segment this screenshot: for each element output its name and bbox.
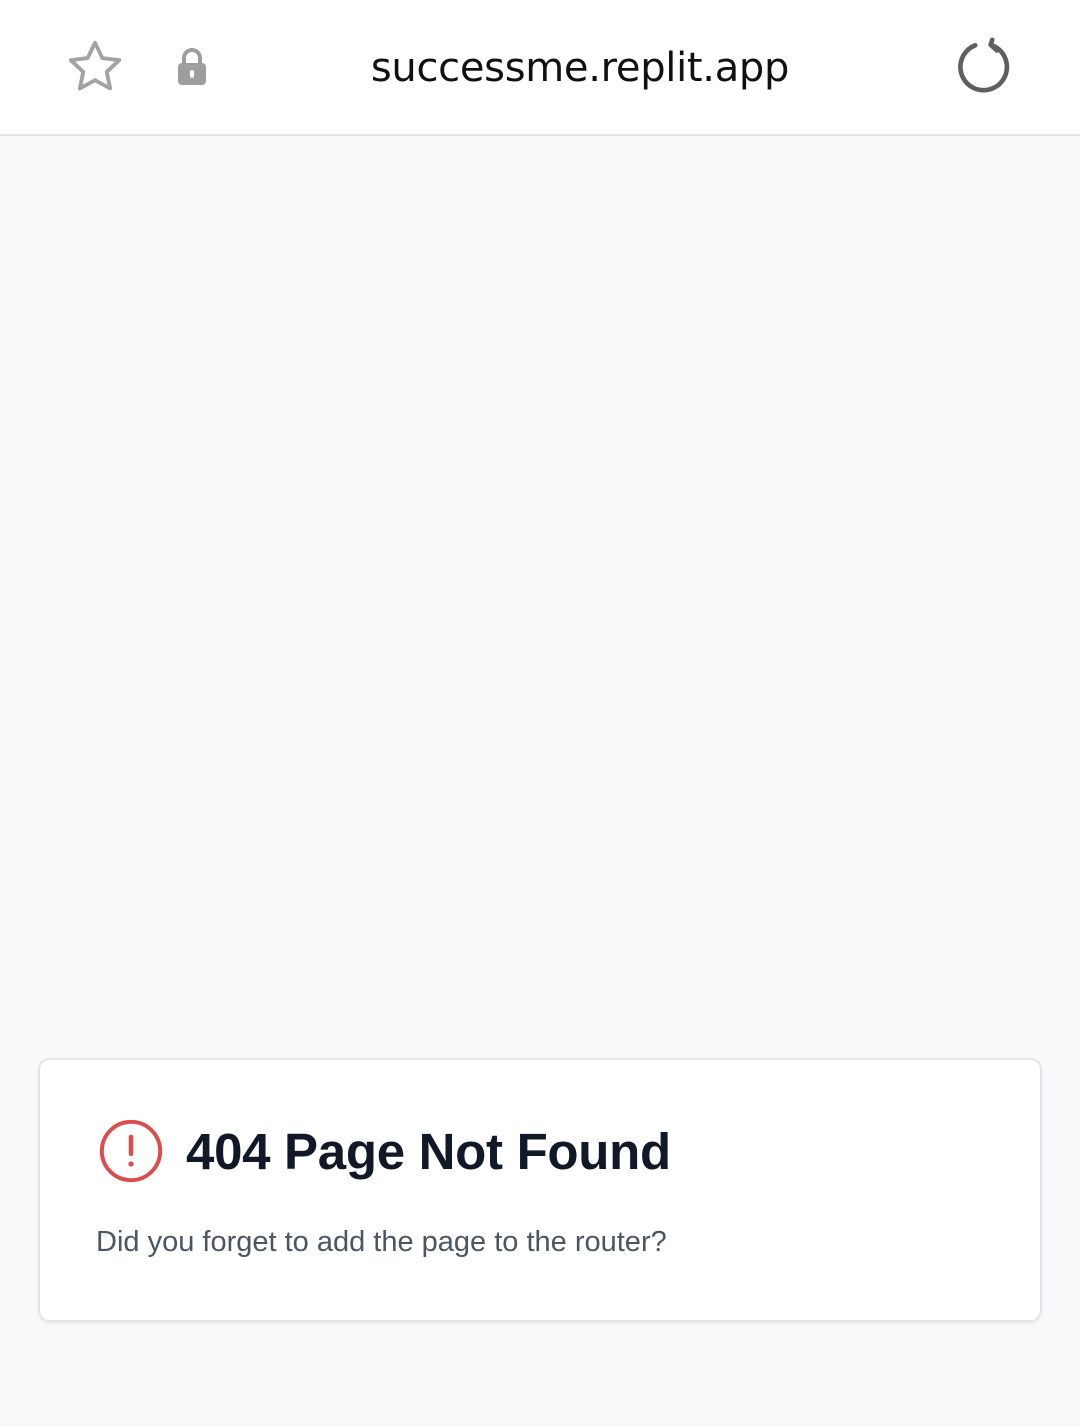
url-field[interactable]: successme.replit.app (260, 40, 900, 96)
page-content: 404 Page Not Found Did you forget to add… (0, 136, 1080, 1427)
error-card-header: 404 Page Not Found (96, 1116, 671, 1186)
star-icon (64, 36, 126, 98)
lock-icon (172, 44, 212, 88)
error-title: 404 Page Not Found (186, 1122, 671, 1180)
browser-address-bar: successme.replit.app (0, 0, 1080, 136)
bookmark-star-button[interactable] (62, 34, 128, 100)
error-description: Did you forget to add the page to the ro… (96, 1226, 667, 1258)
reload-icon (954, 36, 1016, 98)
alert-circle-icon (96, 1116, 166, 1186)
error-card: 404 Page Not Found Did you forget to add… (38, 1058, 1042, 1322)
reload-button[interactable] (950, 32, 1020, 102)
